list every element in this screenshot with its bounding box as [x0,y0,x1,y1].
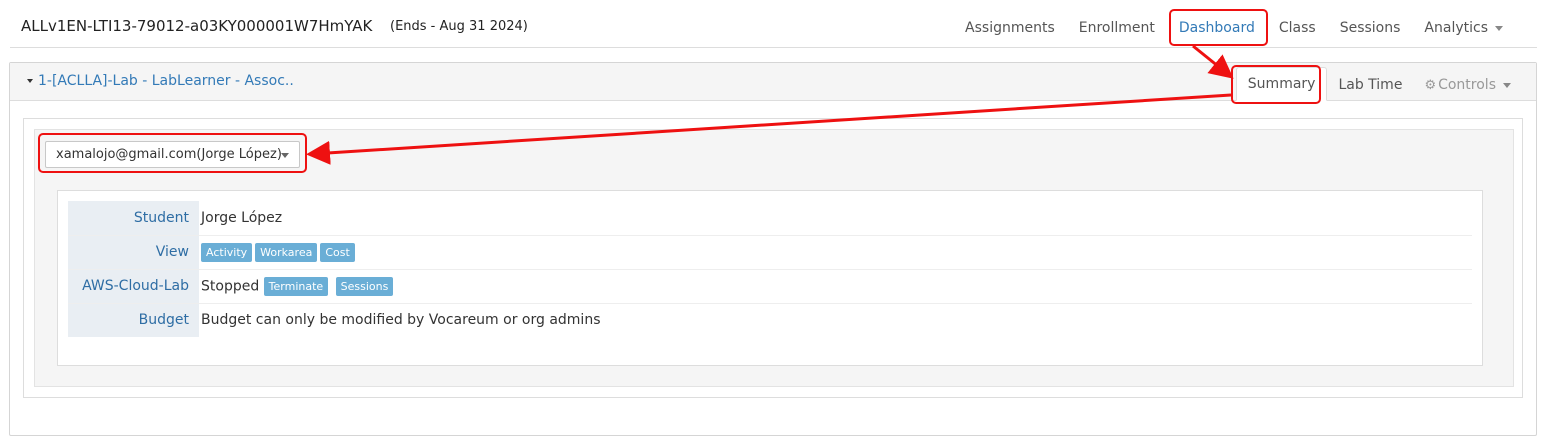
header-divider [10,47,1537,48]
activity-button[interactable]: Activity [201,242,253,262]
table-row: View Activity Workarea Cost [68,235,1472,269]
student-select[interactable]: xamalojo@gmail.com(Jorge López) [45,141,300,168]
student-details: Student Jorge López View Activity Workare… [57,190,1483,366]
cost-button[interactable]: Cost [320,242,355,262]
table-row: Budget Budget can only be modified by Vo… [68,303,1472,337]
nav-class[interactable]: Class [1267,9,1328,47]
details-table: Student Jorge López View Activity Workare… [68,201,1472,337]
triangle-down-icon [27,79,33,83]
lab-collapse-toggle[interactable]: 1-[ACLLA]-Lab - LabLearner - Assoc.. [27,73,294,89]
lab-title: 1-[ACLLA]-Lab - LabLearner - Assoc.. [38,73,294,89]
nav-sessions[interactable]: Sessions [1328,9,1413,47]
summary-container: xamalojo@gmail.com(Jorge López) Student … [23,118,1523,398]
tab-controls-label: Controls [1438,77,1496,93]
nav-analytics[interactable]: Analytics [1412,9,1515,47]
student-select-value: xamalojo@gmail.com(Jorge López) [56,147,282,162]
caret-down-icon [1503,82,1511,88]
aws-status: Stopped [201,278,260,294]
course-end-date: (Ends - Aug 31 2024) [390,19,528,34]
tab-summary[interactable]: Summary [1235,67,1328,101]
terminate-button[interactable]: Terminate [263,276,329,296]
page: ALLv1EN-LTI13-79012-a03KY000001W7HmYAK (… [0,0,1553,448]
lab-panel: 1-[ACLLA]-Lab - LabLearner - Assoc.. Sum… [9,62,1537,436]
nav-dashboard[interactable]: Dashboard [1167,9,1267,47]
panel-heading: 1-[ACLLA]-Lab - LabLearner - Assoc.. Sum… [10,63,1536,101]
panel-tabs: Summary Lab Time ⚙ Controls [1235,67,1522,101]
budget-value: Budget can only be modified by Vocareum … [201,312,601,329]
gear-icon: ⚙ [1424,78,1437,93]
caret-down-icon [281,153,289,158]
nav-analytics-label: Analytics [1424,20,1488,36]
sessions-button[interactable]: Sessions [335,276,394,296]
student-label: Student [68,201,199,235]
summary-well: xamalojo@gmail.com(Jorge López) Student … [34,129,1514,387]
tab-lab-time[interactable]: Lab Time [1327,69,1413,101]
view-actions: Activity Workarea Cost [199,235,1472,269]
aws-label: AWS-Cloud-Lab [68,269,199,303]
top-nav: Assignments Enrollment Dashboard Class S… [953,9,1515,47]
workarea-button[interactable]: Workarea [255,242,318,262]
table-row: AWS-Cloud-Lab Stopped Terminate Sessions [68,269,1472,303]
view-label: View [68,235,199,269]
aws-actions: Stopped Terminate Sessions [199,269,1472,303]
student-value: Jorge López [201,209,283,226]
course-title: ALLv1EN-LTI13-79012-a03KY000001W7HmYAK [21,17,373,35]
table-row: Student Jorge López [68,201,1472,235]
nav-assignments[interactable]: Assignments [953,9,1067,47]
tab-controls[interactable]: ⚙ Controls [1413,69,1522,101]
budget-label: Budget [68,303,199,337]
caret-down-icon [1495,25,1503,31]
nav-enrollment[interactable]: Enrollment [1067,9,1167,47]
